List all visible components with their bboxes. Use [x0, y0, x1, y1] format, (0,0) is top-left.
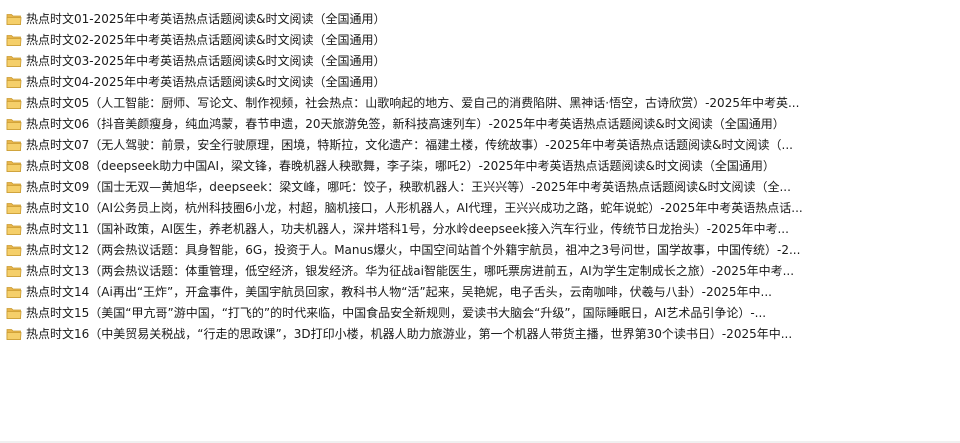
file-name: 热点时文13（两会热议话题：体重管理，低空经济，银发经济。华为征战ai智能医生，… [26, 263, 795, 278]
list-item[interactable]: 热点时文05（人工智能：厨师、写论文、制作视频，社会热点：山歌响起的地方、爱自己… [0, 92, 960, 113]
file-name: 热点时文10（AI公务员上岗，杭州科技圈6小龙，村超，脑机接口，人形机器人，AI… [26, 200, 803, 215]
folder-icon [6, 54, 22, 68]
list-item[interactable]: 热点时文11（国补政策，AI医生，养老机器人，功夫机器人，深井塔科1号，分水岭d… [0, 218, 960, 239]
list-item[interactable]: 热点时文04-2025年中考英语热点话题阅读&时文阅读（全国通用） [0, 71, 960, 92]
file-name: 热点时文15（美国“甲亢哥”游中国，“打飞的”的时代来临，中国食品安全新规则，爱… [26, 305, 767, 320]
list-item[interactable]: 热点时文12（两会热议话题：具身智能，6G，投资于人。Manus爆火，中国空间站… [0, 239, 960, 260]
file-name: 热点时文06（抖音美颜瘦身，纯血鸿蒙，春节申遗，20天旅游免签，新科技高速列车）… [26, 116, 785, 131]
list-item[interactable]: 热点时文14（Ai再出“王炸”，开盒事件，美国宇航员回家，教科书人物“活”起来，… [0, 281, 960, 302]
explorer-window: 热点时文01-2025年中考英语热点话题阅读&时文阅读（全国通用） 热点时文02-… [0, 0, 960, 443]
folder-icon [6, 138, 22, 152]
list-item[interactable]: 热点时文07（无人驾驶：前景，安全行驶原理，困境，特斯拉，文化遗产：福建土楼，传… [0, 134, 960, 155]
file-name: 热点时文03-2025年中考英语热点话题阅读&时文阅读（全国通用） [26, 53, 386, 68]
list-item[interactable]: 热点时文15（美国“甲亢哥”游中国，“打飞的”的时代来临，中国食品安全新规则，爱… [0, 302, 960, 323]
list-item[interactable]: 热点时文01-2025年中考英语热点话题阅读&时文阅读（全国通用） [0, 8, 960, 29]
folder-icon [6, 117, 22, 131]
file-name: 热点时文08（deepseek助力中国AI，梁文锋，春晚机器人秧歌舞，李子柒，哪… [26, 158, 775, 173]
list-item[interactable]: 热点时文16（中美贸易关税战，“行走的思政课”，3D打印小楼，机器人助力旅游业，… [0, 323, 960, 344]
folder-icon [6, 180, 22, 194]
file-name: 热点时文12（两会热议话题：具身智能，6G，投资于人。Manus爆火，中国空间站… [26, 242, 801, 257]
folder-icon [6, 285, 22, 299]
folder-icon [6, 159, 22, 173]
folder-icon [6, 243, 22, 257]
folder-icon [6, 222, 22, 236]
file-list: 热点时文01-2025年中考英语热点话题阅读&时文阅读（全国通用） 热点时文02-… [0, 8, 960, 344]
file-name: 热点时文02-2025年中考英语热点话题阅读&时文阅读（全国通用） [26, 32, 386, 47]
file-name: 热点时文09（国士无双—黄旭华，deepseek：梁文峰，哪吒：饺子，秧歌机器人… [26, 179, 791, 194]
folder-icon [6, 75, 22, 89]
file-name: 热点时文05（人工智能：厨师、写论文、制作视频，社会热点：山歌响起的地方、爱自己… [26, 95, 800, 110]
list-item[interactable]: 热点时文13（两会热议话题：体重管理，低空经济，银发经济。华为征战ai智能医生，… [0, 260, 960, 281]
file-name: 热点时文04-2025年中考英语热点话题阅读&时文阅读（全国通用） [26, 74, 386, 89]
file-name: 热点时文11（国补政策，AI医生，养老机器人，功夫机器人，深井塔科1号，分水岭d… [26, 221, 789, 236]
list-item[interactable]: 热点时文03-2025年中考英语热点话题阅读&时文阅读（全国通用） [0, 50, 960, 71]
folder-icon [6, 33, 22, 47]
list-item[interactable]: 热点时文08（deepseek助力中国AI，梁文锋，春晚机器人秧歌舞，李子柒，哪… [0, 155, 960, 176]
list-item[interactable]: 热点时文10（AI公务员上岗，杭州科技圈6小龙，村超，脑机接口，人形机器人，AI… [0, 197, 960, 218]
list-item[interactable]: 热点时文06（抖音美颜瘦身，纯血鸿蒙，春节申遗，20天旅游免签，新科技高速列车）… [0, 113, 960, 134]
folder-icon [6, 264, 22, 278]
file-name: 热点时文01-2025年中考英语热点话题阅读&时文阅读（全国通用） [26, 11, 386, 26]
folder-icon [6, 201, 22, 215]
folder-icon [6, 327, 22, 341]
file-name: 热点时文14（Ai再出“王炸”，开盒事件，美国宇航员回家，教科书人物“活”起来，… [26, 284, 772, 299]
file-name: 热点时文07（无人驾驶：前景，安全行驶原理，困境，特斯拉，文化遗产：福建土楼，传… [26, 137, 793, 152]
list-item[interactable]: 热点时文02-2025年中考英语热点话题阅读&时文阅读（全国通用） [0, 29, 960, 50]
folder-icon [6, 96, 22, 110]
list-item[interactable]: 热点时文09（国士无双—黄旭华，deepseek：梁文峰，哪吒：饺子，秧歌机器人… [0, 176, 960, 197]
file-name: 热点时文16（中美贸易关税战，“行走的思政课”，3D打印小楼，机器人助力旅游业，… [26, 326, 793, 341]
folder-icon [6, 12, 22, 26]
folder-icon [6, 306, 22, 320]
